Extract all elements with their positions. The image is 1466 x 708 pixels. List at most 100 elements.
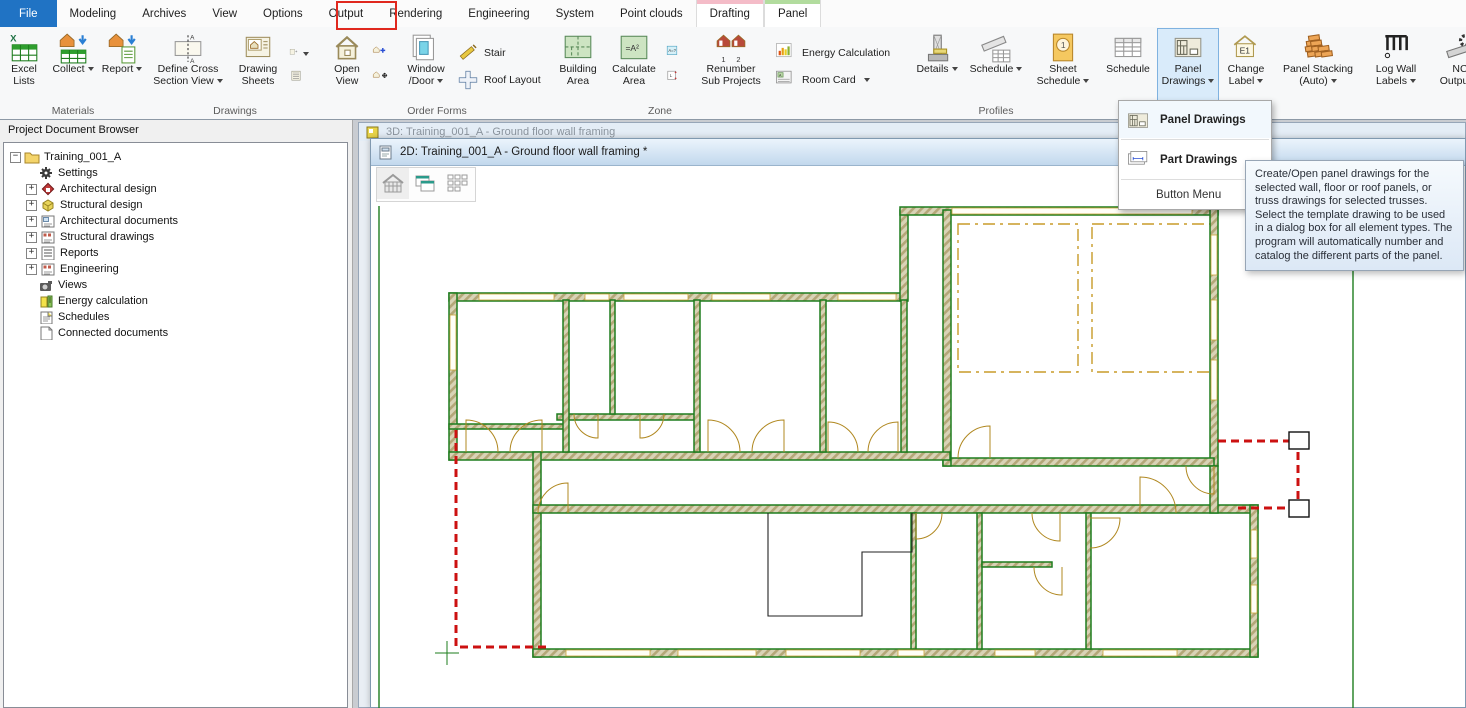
tab-archives[interactable]: Archives bbox=[129, 0, 199, 27]
tree-item-schedules[interactable]: Schedules bbox=[4, 309, 347, 325]
framing-view-button[interactable] bbox=[377, 168, 409, 199]
tab-modeling[interactable]: Modeling bbox=[57, 0, 130, 27]
tree-item-architectural-documents[interactable]: +Architectural documents bbox=[4, 213, 347, 229]
tree-item-structural-drawings[interactable]: +Structural drawings bbox=[4, 229, 347, 245]
wall[interactable] bbox=[977, 513, 982, 649]
nc-output-button[interactable]: NCOutput bbox=[1429, 28, 1466, 104]
tree-item-engineering[interactable]: +Engineering bbox=[4, 261, 347, 277]
selection-handle[interactable] bbox=[1289, 500, 1309, 517]
expand-icon[interactable]: + bbox=[26, 232, 37, 243]
wall[interactable] bbox=[533, 452, 541, 657]
selection-handle[interactable] bbox=[1289, 432, 1309, 449]
wall[interactable] bbox=[820, 300, 826, 452]
window-opening[interactable] bbox=[479, 294, 554, 300]
window-opening[interactable] bbox=[1211, 360, 1217, 400]
excel-lists-button[interactable]: XExcelLists bbox=[1, 28, 47, 104]
selected-wall-outline[interactable] bbox=[1218, 441, 1298, 508]
wall[interactable] bbox=[943, 458, 1214, 466]
wall[interactable] bbox=[449, 424, 567, 429]
aq-button[interactable]: A=? bbox=[665, 45, 685, 63]
tree-item-energy-calculation[interactable]: Energy calculation bbox=[4, 293, 347, 309]
tree-item-views[interactable]: Views bbox=[4, 277, 347, 293]
building-area-button[interactable]: BuildingArea bbox=[551, 28, 605, 104]
window-opening[interactable] bbox=[678, 650, 756, 656]
wall[interactable] bbox=[563, 300, 569, 452]
change-label-button[interactable]: E1ChangeLabel bbox=[1219, 28, 1273, 104]
panel-drawings-button[interactable]: PanelDrawings bbox=[1157, 28, 1219, 104]
wall[interactable] bbox=[943, 210, 951, 466]
panel-stacking-auto-button[interactable]: Panel Stacking(Auto) bbox=[1273, 28, 1363, 104]
snew-button[interactable] bbox=[289, 45, 309, 63]
tab-file[interactable]: File bbox=[0, 0, 57, 27]
wall[interactable] bbox=[982, 562, 1052, 567]
roof-layout-button[interactable]: Roof Layout bbox=[457, 69, 541, 91]
room-card-button[interactable]: ARoom Card bbox=[775, 69, 870, 91]
expand-icon[interactable]: + bbox=[26, 184, 37, 195]
cascade-windows-button[interactable] bbox=[409, 168, 441, 199]
log-wall-labels-button[interactable]: Log WallLabels bbox=[1365, 28, 1427, 104]
expand-icon[interactable]: + bbox=[26, 248, 37, 259]
wall[interactable] bbox=[901, 300, 907, 452]
window-opening[interactable] bbox=[1251, 585, 1257, 613]
renumber-sub-projects-button[interactable]: 12RenumberSub Projects bbox=[693, 28, 769, 104]
window-opening[interactable] bbox=[712, 294, 770, 300]
window-opening[interactable] bbox=[898, 650, 924, 656]
tab-engineering[interactable]: Engineering bbox=[455, 0, 542, 27]
open-view-button[interactable]: OpenView bbox=[325, 28, 369, 104]
al-button[interactable]: L bbox=[665, 70, 685, 88]
wall[interactable] bbox=[610, 300, 615, 414]
tree-item-architectural-design[interactable]: +Architectural design bbox=[4, 181, 347, 197]
window-opening[interactable] bbox=[566, 650, 650, 656]
stair-button[interactable]: Stair bbox=[457, 42, 506, 64]
tab-point-clouds[interactable]: Point clouds bbox=[607, 0, 696, 27]
wall[interactable] bbox=[1250, 505, 1258, 657]
details-button[interactable]: Details bbox=[911, 28, 963, 104]
wall[interactable] bbox=[900, 210, 908, 301]
tree-item-structural-design[interactable]: +Structural design bbox=[4, 197, 347, 213]
schedule-button[interactable]: Schedule bbox=[965, 28, 1027, 104]
tab-system[interactable]: System bbox=[543, 0, 607, 27]
collapse-icon[interactable]: − bbox=[10, 152, 21, 163]
window-opening[interactable] bbox=[995, 650, 1035, 656]
tab-drafting[interactable]: Drafting bbox=[696, 0, 764, 27]
tab-panel[interactable]: Panel bbox=[764, 0, 821, 27]
window-opening[interactable] bbox=[1211, 300, 1217, 340]
vadd-button[interactable] bbox=[371, 45, 391, 63]
sheet-schedule-button[interactable]: 1SheetSchedule bbox=[1029, 28, 1097, 104]
slist-button[interactable] bbox=[289, 70, 309, 88]
tree-item-settings[interactable]: Settings bbox=[4, 165, 347, 181]
wall[interactable] bbox=[449, 452, 950, 460]
grid-view-button[interactable] bbox=[441, 168, 473, 199]
calculate-area-button[interactable]: =A²CalculateArea bbox=[605, 28, 663, 104]
wall[interactable] bbox=[694, 300, 700, 452]
vmove-button[interactable] bbox=[371, 70, 391, 88]
collect-button[interactable]: Collect bbox=[47, 28, 99, 104]
menu-item-panel-drawings[interactable]: Panel Drawings bbox=[1119, 101, 1271, 138]
window-opening[interactable] bbox=[450, 315, 456, 370]
expand-icon[interactable]: + bbox=[26, 216, 37, 227]
expand-icon[interactable]: + bbox=[26, 264, 37, 275]
wall[interactable] bbox=[533, 505, 1258, 513]
window-opening[interactable] bbox=[585, 294, 609, 300]
window-opening[interactable] bbox=[786, 650, 860, 656]
define-cross-section-view-button[interactable]: AADefine CrossSection View bbox=[147, 28, 229, 104]
document-tree[interactable]: −Training_001_ASettings+Architectural de… bbox=[3, 142, 348, 708]
drawing-sheets-button[interactable]: DrawingSheets bbox=[229, 28, 287, 104]
tree-item-connected-documents[interactable]: Connected documents bbox=[4, 325, 347, 341]
wall[interactable] bbox=[1086, 513, 1091, 649]
window-opening[interactable] bbox=[1103, 650, 1177, 656]
window-door-button[interactable]: Window/Door bbox=[399, 28, 453, 104]
schedule-button[interactable]: Schedule bbox=[1099, 28, 1157, 104]
window-opening[interactable] bbox=[1211, 235, 1217, 275]
window-opening[interactable] bbox=[1251, 530, 1257, 558]
expand-icon[interactable]: + bbox=[26, 200, 37, 211]
tree-item-reports[interactable]: +Reports bbox=[4, 245, 347, 261]
tab-options[interactable]: Options bbox=[250, 0, 316, 27]
energy-calculation-button[interactable]: Energy Calculation bbox=[775, 42, 890, 64]
tab-view[interactable]: View bbox=[199, 0, 250, 27]
window-opening[interactable] bbox=[624, 294, 688, 300]
tree-item-training-001-a[interactable]: −Training_001_A bbox=[4, 149, 347, 165]
wall[interactable] bbox=[557, 414, 697, 420]
report-button[interactable]: Report bbox=[99, 28, 145, 104]
window-opening[interactable] bbox=[838, 294, 896, 300]
